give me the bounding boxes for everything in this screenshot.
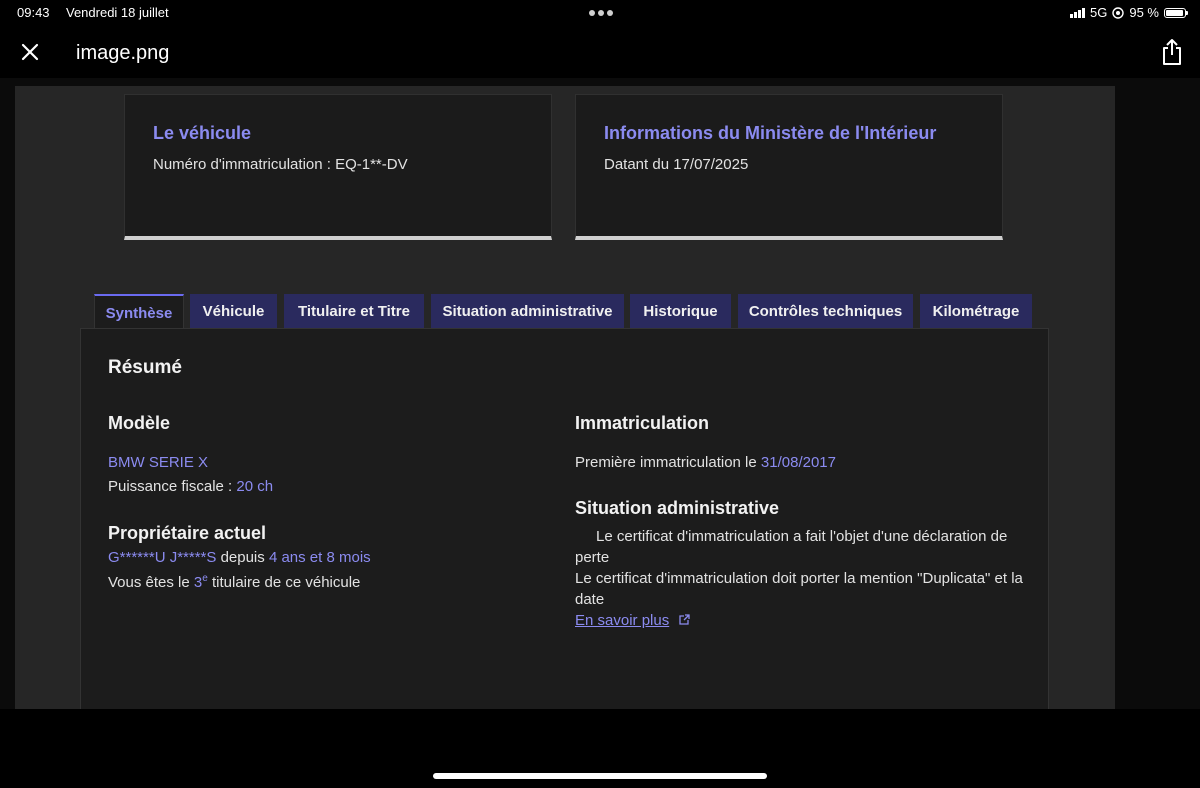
owner-since-label: depuis bbox=[220, 549, 265, 566]
admin-line-duplicata: Le certificat d'immatriculation doit por… bbox=[575, 570, 1023, 608]
status-bar: 09:43 Vendredi 18 juillet 5G 95 % bbox=[0, 0, 1200, 26]
admin-line-loss: Le certificat d'immatriculation a fait l… bbox=[575, 528, 1008, 566]
synthese-panel: Résumé Modèle BMW SERIE X Puissance fisc… bbox=[80, 328, 1049, 709]
viewer-toolbar: image.png bbox=[0, 26, 1200, 78]
admin-heading: Situation administrative bbox=[575, 498, 780, 518]
fiscal-power: Puissance fiscale : 20 ch bbox=[108, 476, 273, 497]
first-registration: Première immatriculation le 31/08/2017 bbox=[575, 452, 836, 473]
summary-heading: Résumé bbox=[108, 357, 182, 378]
file-name: image.png bbox=[76, 42, 170, 64]
registration-heading: Immatriculation bbox=[575, 413, 710, 433]
share-icon[interactable] bbox=[1160, 38, 1184, 66]
location-icon bbox=[1112, 6, 1125, 19]
owner-heading: Propriétaire actuel bbox=[108, 523, 267, 543]
owner-rank-rest: titulaire de ce véhicule bbox=[211, 574, 361, 591]
vehicle-card: Le véhicule Numéro d'immatriculation : E… bbox=[124, 94, 552, 240]
tab-kilometrage[interactable]: Kilométrage bbox=[920, 294, 1032, 328]
status-time: 09:43 bbox=[17, 5, 50, 20]
learn-more-text[interactable]: En savoir plus bbox=[575, 612, 669, 629]
owner-since-value: 4 ans et 8 mois bbox=[268, 549, 371, 566]
status-indicators: 5G 95 % bbox=[1070, 5, 1188, 20]
tab-vehicule[interactable]: Véhicule bbox=[190, 294, 277, 328]
tab-controles[interactable]: Contrôles techniques bbox=[738, 294, 913, 328]
status-date: Vendredi 18 juillet bbox=[66, 5, 169, 20]
tab-synthese[interactable]: Synthèse bbox=[94, 294, 184, 330]
registration-number: Numéro d'immatriculation : EQ-1**-DV bbox=[153, 156, 408, 173]
image-viewer[interactable]: Le véhicule Numéro d'immatriculation : E… bbox=[0, 78, 1200, 709]
owner-rank-prefix: Vous êtes le bbox=[108, 574, 190, 591]
multitasking-dots-icon[interactable] bbox=[589, 10, 613, 16]
owner-line: G******U J*****S depuis 4 ans et 8 mois bbox=[108, 547, 371, 568]
tab-situation[interactable]: Situation administrative bbox=[431, 294, 624, 328]
learn-more-link[interactable]: En savoir plus bbox=[575, 610, 1030, 631]
home-indicator[interactable] bbox=[433, 773, 767, 779]
owner-name: G******U J*****S bbox=[108, 549, 217, 566]
model-heading: Modèle bbox=[108, 413, 171, 433]
external-link-icon bbox=[679, 614, 691, 625]
tab-historique[interactable]: Historique bbox=[630, 294, 731, 328]
ministry-card-title: Informations du Ministère de l'Intérieur bbox=[604, 123, 937, 143]
battery-percent: 95 % bbox=[1129, 5, 1159, 20]
close-icon[interactable] bbox=[18, 40, 42, 64]
model-name: BMW SERIE X bbox=[108, 454, 209, 471]
fiscal-power-label: Puissance fiscale : bbox=[108, 478, 233, 495]
battery-icon bbox=[1164, 7, 1188, 18]
owner-rank: Vous êtes le 3e titulaire de ce véhicule bbox=[108, 568, 360, 593]
owner-rank-number: 3e bbox=[193, 573, 208, 591]
webpage-screenshot: Le véhicule Numéro d'immatriculation : E… bbox=[15, 86, 1115, 709]
ministry-card: Informations du Ministère de l'Intérieur… bbox=[575, 94, 1003, 240]
first-registration-label: Première immatriculation le bbox=[575, 454, 757, 471]
signal-icon bbox=[1070, 7, 1086, 18]
fiscal-power-value: 20 ch bbox=[236, 478, 274, 495]
admin-details: Le certificat d'immatriculation a fait l… bbox=[575, 526, 1030, 631]
first-registration-date: 31/08/2017 bbox=[760, 454, 836, 471]
vehicle-card-title: Le véhicule bbox=[153, 123, 252, 143]
network-label: 5G bbox=[1090, 5, 1108, 20]
ministry-date: Datant du 17/07/2025 bbox=[604, 156, 749, 173]
tab-titulaire[interactable]: Titulaire et Titre bbox=[284, 294, 424, 328]
